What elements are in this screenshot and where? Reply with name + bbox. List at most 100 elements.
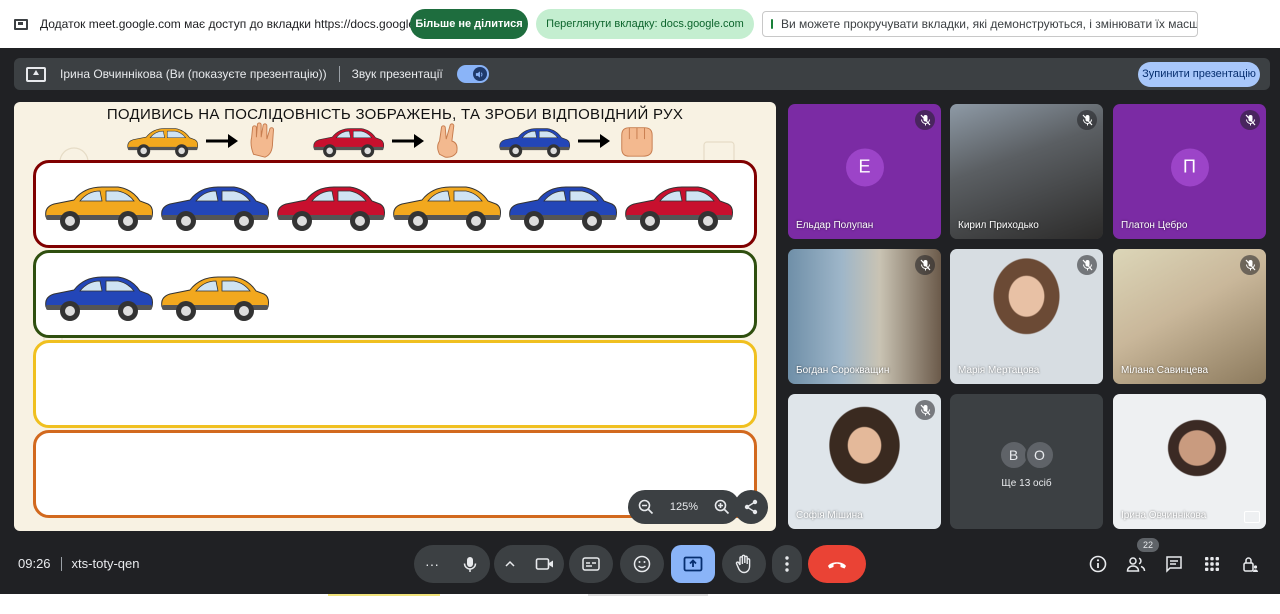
sequence-row-1 bbox=[33, 160, 757, 248]
more-options-button[interactable] bbox=[772, 545, 802, 583]
arrow-right-icon bbox=[392, 134, 424, 148]
more-participants-label: Ще 13 осіб bbox=[1001, 478, 1052, 489]
raise-hand-button[interactable] bbox=[722, 545, 766, 583]
mic-off-icon bbox=[1240, 110, 1260, 130]
red-car-icon bbox=[625, 186, 733, 231]
info-icon bbox=[1089, 555, 1107, 573]
hand-icon bbox=[735, 554, 751, 574]
avatar: Е bbox=[845, 147, 884, 186]
bottom-toolbar: 09:26 xts-toty-qen ··· 22 bbox=[0, 538, 1280, 594]
chat-icon bbox=[1166, 556, 1182, 573]
captions-button[interactable] bbox=[569, 545, 613, 583]
right-toolbar bbox=[1086, 552, 1262, 576]
people-button[interactable] bbox=[1124, 552, 1148, 576]
blue-car-icon bbox=[45, 276, 153, 321]
mic-off-icon bbox=[1240, 255, 1260, 275]
legend-blue-car-icon bbox=[499, 128, 571, 158]
meeting-info: 09:26 xts-toty-qen bbox=[18, 556, 139, 571]
participant-name: Платон Цебро bbox=[1121, 220, 1188, 231]
participant-tile[interactable]: Софія Мішина bbox=[788, 394, 941, 529]
microphone-icon[interactable] bbox=[461, 555, 479, 573]
avatar: О bbox=[1024, 440, 1055, 470]
camera-icon[interactable] bbox=[535, 556, 555, 572]
lock-person-icon bbox=[1243, 557, 1258, 572]
presenter-label: Ірина Овчиннікова (Ви (показуєте презент… bbox=[60, 67, 327, 81]
participant-tile[interactable]: Е Ельдар Полупан bbox=[788, 104, 941, 239]
mic-off-icon bbox=[915, 400, 935, 420]
leave-call-button[interactable] bbox=[808, 545, 866, 583]
arrow-right-icon bbox=[578, 134, 610, 148]
blue-car-icon bbox=[509, 186, 617, 231]
share-notification-bar: Додаток meet.google.com має доступ до вк… bbox=[0, 0, 1280, 48]
participant-name: Ельдар Полупан bbox=[796, 220, 874, 231]
mic-group: ··· bbox=[414, 545, 490, 583]
mic-off-icon bbox=[915, 255, 935, 275]
participant-tile[interactable]: Мілана Савинцева bbox=[1113, 249, 1266, 384]
hint-text: Ви можете прокручувати вкладки, які демо… bbox=[781, 17, 1198, 31]
orange-car-icon bbox=[161, 276, 269, 321]
divider bbox=[60, 556, 62, 571]
present-now-button[interactable] bbox=[671, 545, 715, 583]
host-controls-button[interactable] bbox=[1238, 552, 1262, 576]
view-tab-button[interactable]: Переглянути вкладку: docs.google.com bbox=[536, 9, 754, 39]
zoom-out-button[interactable] bbox=[636, 497, 656, 517]
legend-orange-car-icon bbox=[127, 128, 199, 158]
mic-off-icon bbox=[1077, 110, 1097, 130]
kebab-menu-icon bbox=[785, 556, 789, 572]
presentation-audio-label: Звук презентації bbox=[351, 67, 443, 81]
participant-tile[interactable]: Марія Мертацова bbox=[950, 249, 1103, 384]
slide-title: ПОДИВИСЬ НА ПОСЛІДОВНІСТЬ ЗОБРАЖЕНЬ, ТА … bbox=[106, 106, 684, 123]
divider bbox=[338, 66, 340, 82]
orange-car-icon bbox=[45, 186, 153, 231]
stop-sharing-button[interactable]: Більше не ділитися bbox=[410, 9, 528, 39]
participant-tile[interactable]: Кирил Приходько bbox=[950, 104, 1103, 239]
captions-icon bbox=[582, 557, 600, 571]
speaker-icon bbox=[472, 67, 487, 81]
open-hand-hand-icon bbox=[250, 122, 274, 158]
presentation-audio-toggle[interactable] bbox=[456, 65, 489, 83]
zoom-in-button[interactable] bbox=[712, 497, 732, 517]
apps-grid-icon bbox=[1205, 557, 1219, 571]
reactions-button[interactable] bbox=[620, 545, 664, 583]
zoom-level: 125% bbox=[669, 501, 699, 513]
people-count-badge: 22 bbox=[1137, 538, 1159, 552]
zoom-controls: 125% bbox=[628, 490, 740, 524]
meeting-details-button[interactable] bbox=[1086, 552, 1110, 576]
emoji-icon bbox=[633, 555, 651, 573]
orange-car-icon bbox=[393, 186, 501, 231]
hang-up-icon bbox=[828, 562, 846, 569]
participant-tile[interactable]: П Платон Цебро bbox=[1113, 104, 1266, 239]
arrow-right-icon bbox=[206, 134, 238, 148]
participant-name: Софія Мішина bbox=[796, 510, 863, 521]
activities-button[interactable] bbox=[1200, 552, 1224, 576]
mic-off-icon bbox=[915, 110, 935, 130]
red-car-icon bbox=[277, 186, 385, 231]
participant-tile[interactable]: Богдан Сорокващин bbox=[788, 249, 941, 384]
video-feed bbox=[1113, 394, 1266, 529]
presenting-bar: Ірина Овчиннікова (Ви (показуєте презент… bbox=[14, 58, 1270, 90]
chevron-up-icon[interactable] bbox=[504, 558, 516, 570]
participant-name: Марія Мертацова bbox=[958, 365, 1040, 376]
taskbar-highlight bbox=[328, 594, 440, 596]
legend-red-car-icon bbox=[313, 128, 385, 158]
share-notification-text: Додаток meet.google.com має доступ до вк… bbox=[40, 17, 442, 31]
tab-share-icon bbox=[14, 18, 28, 30]
participant-name: Ірина Овчиннікова bbox=[1121, 510, 1207, 521]
stop-presentation-button[interactable]: Зупинити презентацію bbox=[1138, 62, 1260, 87]
taskbar-strip bbox=[0, 594, 1280, 614]
participant-name: Богдан Сорокващин bbox=[796, 365, 890, 376]
taskbar-highlight bbox=[588, 594, 708, 596]
picture-in-picture-icon[interactable] bbox=[1244, 511, 1260, 523]
sequence-row-3 bbox=[33, 340, 757, 428]
blue-car-icon bbox=[161, 186, 269, 231]
camera-group bbox=[494, 545, 564, 583]
participant-tile[interactable]: Ірина Овчиннікова bbox=[1113, 394, 1266, 529]
two-fingers-hand-icon bbox=[437, 123, 458, 158]
chat-button[interactable] bbox=[1162, 552, 1186, 576]
more-audio-options-button[interactable]: ··· bbox=[425, 556, 439, 572]
avatar-stack: ВО bbox=[998, 440, 1055, 470]
legend-sequence bbox=[124, 122, 682, 160]
presentation-slide[interactable]: ПОДИВИСЬ НА ПОСЛІДОВНІСТЬ ЗОБРАЖЕНЬ, ТА … bbox=[14, 102, 776, 531]
share-options-button[interactable] bbox=[734, 490, 768, 524]
more-participants-tile[interactable]: В О Ще 13 осіб bbox=[950, 394, 1103, 529]
